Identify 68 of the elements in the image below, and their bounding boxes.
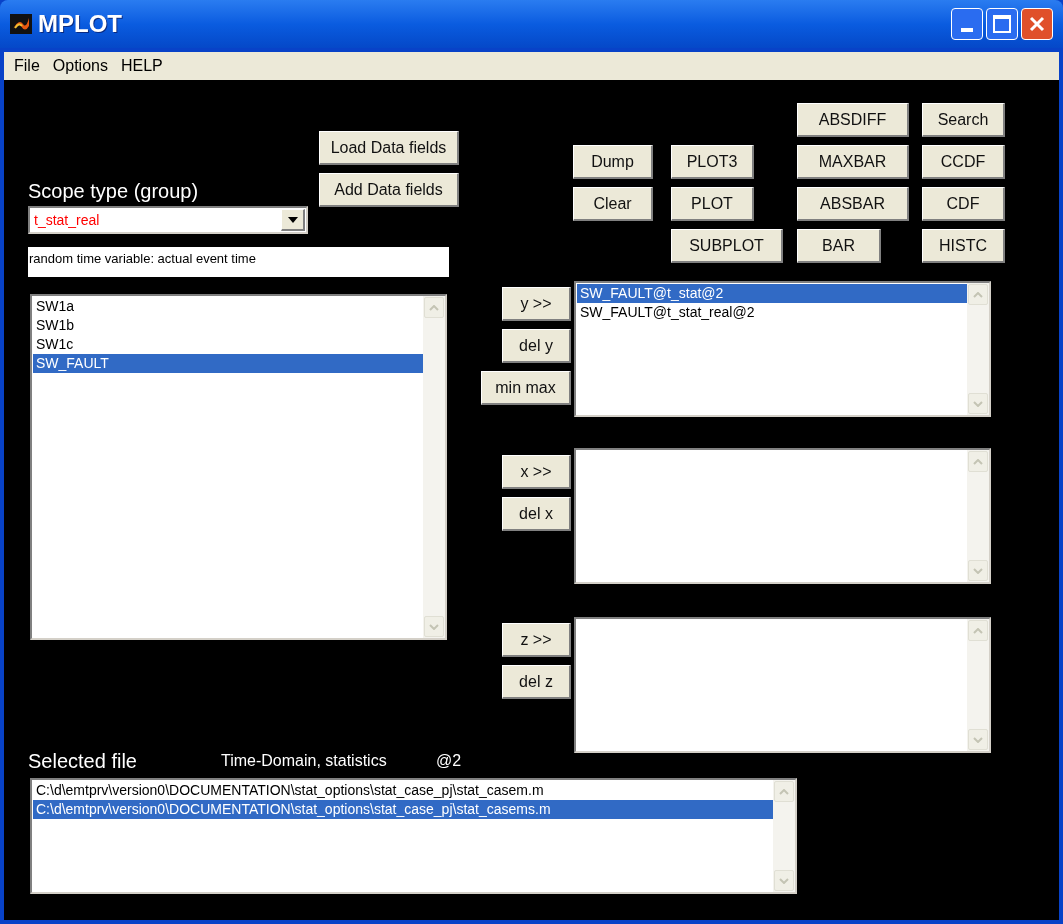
list-box[interactable]	[574, 448, 991, 584]
scroll-down-icon	[779, 877, 789, 884]
scroll-bar[interactable]	[423, 296, 445, 638]
scroll-up-icon	[429, 304, 439, 311]
push-button[interactable]: del x	[502, 497, 571, 531]
scope-label: Scope type (group)	[28, 179, 199, 204]
domain-label: Time-Domain, statistics	[221, 751, 387, 771]
push-button[interactable]: HISTC	[922, 229, 1005, 263]
scroll-up-icon	[973, 627, 983, 634]
maximize-icon	[993, 15, 1011, 33]
push-button[interactable]: ABSDIFF	[797, 103, 909, 137]
scroll-down-icon	[973, 567, 983, 574]
list-item[interactable]: SW1a	[33, 297, 423, 316]
push-button[interactable]: ABSBAR	[797, 187, 909, 221]
minimize-icon	[961, 28, 973, 32]
list-box[interactable]	[574, 617, 991, 753]
app-logo-icon	[10, 14, 32, 34]
push-button[interactable]: Search	[922, 103, 1005, 137]
menu-item[interactable]: HELP	[114, 54, 169, 78]
push-button[interactable]: CCDF	[922, 145, 1005, 179]
scroll-up-icon	[973, 291, 983, 298]
push-button[interactable]: SUBPLOT	[671, 229, 783, 263]
list-box[interactable]: SW1a SW1b SW1c SW_FAULT	[30, 294, 447, 640]
list-box[interactable]: SW_FAULT@t_stat@2 SW_FAULT@t_stat_real@2	[574, 281, 991, 417]
list-item[interactable]: C:\d\emtprv\version0\DOCUMENTATION\stat_options\stat_case_pj\stat_casems.m	[33, 800, 773, 819]
push-button[interactable]: Clear	[573, 187, 653, 221]
push-button[interactable]: BAR	[797, 229, 881, 263]
scope-dropdown[interactable]: t_stat_real	[28, 206, 308, 234]
push-button[interactable]: PLOT	[671, 187, 754, 221]
description-field: random time variable: actual event time	[28, 247, 449, 277]
scroll-bar[interactable]	[967, 283, 989, 415]
menu-item[interactable]: File	[8, 54, 46, 78]
push-button[interactable]: del y	[502, 329, 571, 363]
push-button[interactable]: del z	[502, 665, 571, 699]
dropdown-arrow-icon	[287, 216, 298, 223]
list-item[interactable]: C:\d\emtprv\version0\DOCUMENTATION\stat_options\stat_case_pj\stat_casem.m	[33, 781, 773, 800]
push-button[interactable]: Add Data fields	[319, 173, 459, 207]
list-item[interactable]: SW_FAULT@t_stat@2	[577, 284, 967, 303]
close-button[interactable]	[1021, 8, 1053, 40]
list-item[interactable]: SW_FAULT	[33, 354, 423, 373]
scroll-up-icon	[973, 458, 983, 465]
push-button[interactable]: CDF	[922, 187, 1005, 221]
push-button[interactable]: Dump	[573, 145, 653, 179]
push-button[interactable]: Load Data fields	[319, 131, 459, 165]
scroll-bar[interactable]	[967, 450, 989, 582]
scroll-down-icon	[973, 400, 983, 407]
push-button[interactable]: MAXBAR	[797, 145, 909, 179]
maximize-button[interactable]	[986, 8, 1018, 40]
close-icon	[1028, 15, 1046, 33]
list-box[interactable]: C:\d\emtprv\version0\DOCUMENTATION\stat_options\stat_case_pj\stat_casem.m C:\d\emtprv\version0\DOCUMENTATION\stat_options\stat_case_pj\stat_casems.m	[30, 778, 797, 894]
push-button[interactable]: y >>	[502, 287, 571, 321]
scroll-bar[interactable]	[967, 619, 989, 751]
list-item[interactable]: SW1c	[33, 335, 423, 354]
minimize-button[interactable]	[951, 8, 983, 40]
scroll-up-icon	[779, 788, 789, 795]
push-button[interactable]: PLOT3	[671, 145, 754, 179]
push-button[interactable]: z >>	[502, 623, 571, 657]
scroll-bar[interactable]	[773, 780, 795, 892]
list-item[interactable]: SW1b	[33, 316, 423, 335]
selected-file-label: Selected file	[28, 749, 137, 774]
window-title: MPLOT	[38, 9, 122, 39]
menu-item[interactable]: Options	[46, 54, 114, 78]
push-button[interactable]: min max	[481, 371, 571, 405]
case-label: @2	[436, 751, 462, 771]
scroll-down-icon	[429, 623, 439, 630]
push-button[interactable]: x >>	[502, 455, 571, 489]
list-item[interactable]: SW_FAULT@t_stat_real@2	[577, 303, 967, 322]
scroll-down-icon	[973, 736, 983, 743]
